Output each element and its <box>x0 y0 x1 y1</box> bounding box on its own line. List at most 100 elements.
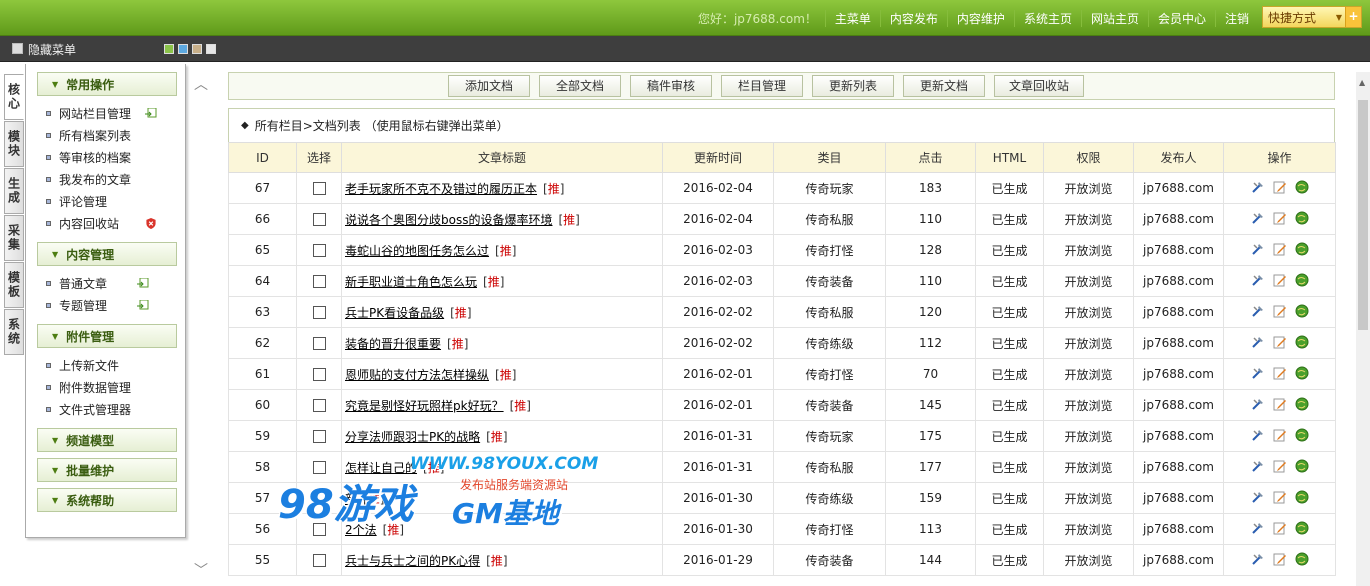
properties-icon[interactable] <box>1251 366 1265 380</box>
article-title-link[interactable]: 2个法 <box>345 523 377 537</box>
edit-icon[interactable] <box>1273 366 1287 380</box>
sidebar-group-common[interactable]: ▼ 常用操作 <box>37 72 177 96</box>
main-scrollbar[interactable]: ▲ <box>1356 72 1370 586</box>
properties-icon[interactable] <box>1251 335 1265 349</box>
article-recycle-button[interactable]: 文章回收站 <box>994 75 1085 97</box>
nav-logout[interactable]: 注销 <box>1214 9 1258 27</box>
row-checkbox[interactable] <box>312 182 326 195</box>
review-button[interactable]: 稿件审核 <box>630 75 712 97</box>
sidebar-item-topic-manage[interactable]: 专题管理 <box>46 294 185 316</box>
preview-globe-icon[interactable] <box>1295 242 1309 256</box>
edit-icon[interactable] <box>1273 552 1287 566</box>
edit-icon[interactable] <box>1273 335 1287 349</box>
edit-icon[interactable] <box>1273 273 1287 287</box>
row-checkbox[interactable] <box>312 399 326 412</box>
scrollbar-thumb[interactable] <box>1358 100 1368 330</box>
table-row[interactable]: 59 分享法师跟羽士PK的战略 [推] 2016-01-31 传奇玩家 175 已生成 开放浏… <box>228 420 1336 452</box>
scroll-up-arrow-icon[interactable]: ▲ <box>1359 78 1365 87</box>
sidebar-item-comments[interactable]: 评论管理 <box>46 190 185 212</box>
scroll-down-icon[interactable]: ﹀ <box>194 560 208 580</box>
tab-core[interactable]: 核心 <box>4 74 24 120</box>
nav-member-center[interactable]: 会员中心 <box>1147 9 1215 27</box>
preview-globe-icon[interactable] <box>1295 521 1309 535</box>
sidebar-item-my-articles[interactable]: 我发布的文章 <box>46 168 185 190</box>
article-title-link[interactable]: 说说各个奥图分歧boss的设备爆率环境 <box>345 213 552 227</box>
table-row[interactable]: 58 怎样让自己的 [推] 2016-01-31 传奇私服 177 已生成 开放浏览 jp768… <box>228 451 1336 483</box>
sidebar-item-column-manage[interactable]: 网站栏目管理 <box>46 102 185 124</box>
edit-icon[interactable] <box>1273 242 1287 256</box>
article-title-link[interactable]: 兵士PK看设备品级 <box>345 306 444 320</box>
row-checkbox[interactable] <box>312 213 326 226</box>
sidebar-item-normal-article[interactable]: 普通文章 <box>46 272 185 294</box>
row-checkbox[interactable] <box>312 337 326 350</box>
theme-swatch-gray[interactable] <box>206 44 216 54</box>
article-title-link[interactable]: 恩师贴的支付方法怎样操纵 <box>345 368 489 382</box>
theme-swatch-blue[interactable] <box>178 44 188 54</box>
row-checkbox[interactable] <box>312 461 326 474</box>
row-checkbox[interactable] <box>312 554 326 567</box>
add-shortcut-button[interactable]: + <box>1345 7 1361 27</box>
external-window-icon[interactable] <box>137 299 149 311</box>
article-title-link[interactable]: 怎样让自己的 <box>345 461 417 475</box>
article-title-link[interactable]: 分享法师跟羽士PK的战略 <box>345 430 480 444</box>
properties-icon[interactable] <box>1251 242 1265 256</box>
theme-swatch-brown[interactable] <box>192 44 202 54</box>
properties-icon[interactable] <box>1251 521 1265 535</box>
preview-globe-icon[interactable] <box>1295 304 1309 318</box>
tab-system[interactable]: 系统 <box>4 309 24 355</box>
row-checkbox[interactable] <box>312 275 326 288</box>
table-row[interactable]: 63 兵士PK看设备品级 [推] 2016-02-02 传奇私服 120 已生成 开放浏览 jp… <box>228 296 1336 328</box>
properties-icon[interactable] <box>1251 428 1265 442</box>
sidebar-item-upload-file[interactable]: 上传新文件 <box>46 354 185 376</box>
preview-globe-icon[interactable] <box>1295 490 1309 504</box>
nav-main-menu[interactable]: 主菜单 <box>824 9 880 27</box>
all-documents-button[interactable]: 全部文档 <box>539 75 621 97</box>
article-title-link[interactable]: 装备的晋升很重要 <box>345 337 441 351</box>
properties-icon[interactable] <box>1251 459 1265 473</box>
sidebar-group-channel-model[interactable]: ▼ 频道模型 <box>37 428 177 452</box>
edit-icon[interactable] <box>1273 211 1287 225</box>
sidebar-scrollbar[interactable]: ︿ ﹀ <box>192 64 214 586</box>
preview-globe-icon[interactable] <box>1295 335 1309 349</box>
article-title-link[interactable]: 新 <box>345 492 357 506</box>
row-checkbox[interactable] <box>312 430 326 443</box>
row-checkbox[interactable] <box>312 306 326 319</box>
sidebar-item-file-manager[interactable]: 文件式管理器 <box>46 398 185 420</box>
quick-shortcut-dropdown[interactable]: 快捷方式 ▼ + <box>1262 6 1362 28</box>
menu-toggle-icon[interactable] <box>12 43 23 54</box>
edit-icon[interactable] <box>1273 397 1287 411</box>
tab-template[interactable]: 模板 <box>4 262 24 308</box>
table-row[interactable]: 55 兵士与兵士之间的PK心得 [推] 2016-01-29 传奇装备 144 已生成 开放浏… <box>228 544 1336 576</box>
preview-globe-icon[interactable] <box>1295 273 1309 287</box>
preview-globe-icon[interactable] <box>1295 397 1309 411</box>
edit-icon[interactable] <box>1273 428 1287 442</box>
sidebar-group-batch[interactable]: ▼ 批量维护 <box>37 458 177 482</box>
preview-globe-icon[interactable] <box>1295 552 1309 566</box>
add-document-button[interactable]: 添加文档 <box>448 75 530 97</box>
table-row[interactable]: 57 新 [推] 2016-01-30 传奇练级 159 已生成 开放浏览 jp7688.com <box>228 482 1336 514</box>
preview-globe-icon[interactable] <box>1295 180 1309 194</box>
nav-content-publish[interactable]: 内容发布 <box>879 9 947 27</box>
tab-collect[interactable]: 采集 <box>4 215 24 261</box>
table-row[interactable]: 60 究竟是剔怪好玩照样pk好玩？ [推] 2016-02-01 传奇装备 145 已生成开… <box>228 389 1336 421</box>
edit-icon[interactable] <box>1273 521 1287 535</box>
sidebar-group-attachment[interactable]: ▼ 附件管理 <box>37 324 177 348</box>
nav-system-home[interactable]: 系统主页 <box>1013 9 1081 27</box>
tab-module[interactable]: 模块 <box>4 121 24 167</box>
sidebar-group-help[interactable]: ▼ 系统帮助 <box>37 488 177 512</box>
table-row[interactable]: 65 毒蛇山谷的地图任务怎么过 [推] 2016-02-03 传奇打怪 128 已生成 开放浏… <box>228 234 1336 266</box>
article-title-link[interactable]: 兵士与兵士之间的PK心得 <box>345 554 480 568</box>
external-window-icon[interactable] <box>145 107 157 119</box>
properties-icon[interactable] <box>1251 397 1265 411</box>
article-title-link[interactable]: 究竟是剔怪好玩照样pk好玩？ <box>345 399 504 413</box>
row-checkbox[interactable] <box>312 368 326 381</box>
preview-globe-icon[interactable] <box>1295 428 1309 442</box>
external-window-icon[interactable] <box>137 277 149 289</box>
tab-generate[interactable]: 生成 <box>4 168 24 214</box>
update-document-button[interactable]: 更新文档 <box>903 75 985 97</box>
col-header-select[interactable]: 选择 <box>296 142 342 173</box>
edit-icon[interactable] <box>1273 304 1287 318</box>
table-row[interactable]: 56 2个法 [推] 2016-01-30 传奇打怪 113 已生成 开放浏览 jp7688.c… <box>228 513 1336 545</box>
sidebar-item-attachment-data[interactable]: 附件数据管理 <box>46 376 185 398</box>
article-title-link[interactable]: 新手职业道士角色怎么玩 <box>345 275 477 289</box>
